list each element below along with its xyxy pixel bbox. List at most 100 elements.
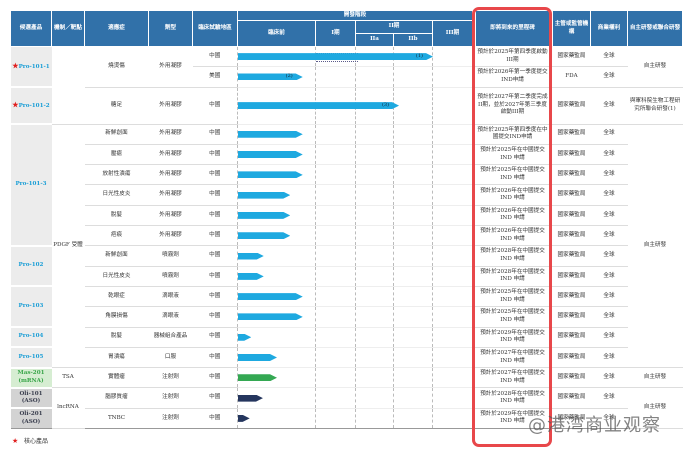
milestone: 預計於2025年在中國提交 IND 申請: [475, 164, 550, 186]
commercial-rights: 全球: [590, 225, 628, 247]
stage-cell-4: [432, 327, 473, 348]
indication: 燒燙傷: [84, 46, 149, 88]
header-rights: 商業權利: [590, 10, 628, 47]
drug-name-text: Pro-101-3: [15, 181, 47, 188]
milestone: 預計於2028年在中國提交 IND 申請: [475, 266, 550, 287]
stage-cell-0: [237, 306, 316, 328]
table-row: ★Pro-101-2 糖足 外用凝膠 中國 (3) 預計於2027年第二季度完成II期，並…: [10, 87, 683, 126]
trial-region: 中國: [192, 124, 238, 145]
dosage-form: 注射劑: [148, 387, 193, 409]
dosage-form: 外用凝膠: [148, 144, 193, 166]
stage-cell-2: [355, 144, 394, 166]
stage-cell-0: [237, 367, 316, 389]
milestone: 預計於2025年第四季度在中國提交IND申請: [475, 124, 550, 145]
stage-cell-2: [355, 184, 394, 206]
trial-region: 中國: [192, 87, 238, 125]
stage-cell-1: [315, 266, 356, 287]
mechanism: [51, 46, 85, 125]
stage-cell-1: [315, 144, 356, 166]
authority: 國家藥監局: [552, 306, 591, 328]
stage-cell-4: [432, 387, 473, 409]
indication: 新鮮創面: [84, 245, 149, 267]
authority: 國家藥監局: [552, 387, 591, 409]
authority: FDA: [552, 66, 591, 88]
commercial-rights: 全球: [590, 66, 628, 88]
drug-name-text: Pro-103: [18, 302, 44, 309]
bar-footnote-label: (2): [285, 73, 293, 80]
stage-cell-2: [355, 306, 394, 328]
stage-cell-2: [355, 245, 394, 267]
table-row: 放射性潰瘍 外用凝膠 中國 預計於2025年在中國提交 IND 申請 國家藥監局 全球: [11, 164, 683, 186]
authority: 國家藥監局: [552, 286, 591, 308]
header-stage: 開發階段: [237, 10, 473, 21]
stage-cell-0: [237, 124, 316, 145]
header-dev-mode: 自主研發或聯合研發: [627, 10, 683, 47]
progress-bar: [238, 395, 263, 402]
drug-name: Pro-102: [10, 245, 52, 288]
indication: 疤痕: [84, 225, 149, 247]
commercial-rights: 全球: [590, 266, 628, 287]
table-row: Pro-103 乾眼症 滴眼液 中國 預計於2025年在中國提交 IND 申請 國家藥監局…: [10, 286, 683, 329]
authority: 國家藥監局: [552, 184, 591, 206]
progress-bar: [238, 232, 290, 239]
bar-footnote-label: (3): [381, 102, 390, 109]
stage-cell-1: [315, 367, 356, 389]
table-row: 日光性皮炎 外用凝膠 中國 預計於2026年在中國提交 IND 申請 國家藥監局 全球: [11, 184, 683, 206]
trial-region: 中國: [192, 347, 238, 369]
stage-cell-0: [237, 408, 316, 430]
stage-cell-1: [315, 387, 356, 409]
stage-cell-3: [393, 327, 433, 348]
table-row: Pro-105 胃潰瘍 口服 中國 預計於2027年在中國提交 IND 申請 國家藥監局全…: [10, 347, 683, 369]
stage-cell-2: [355, 225, 394, 247]
stage-cell-4: [432, 266, 473, 287]
stage-cell-2: [355, 347, 394, 369]
header-mechanism: 機制／靶點: [51, 10, 85, 47]
stage-cell-0: [237, 347, 316, 369]
stage-cell-1: [315, 184, 356, 206]
stage-cell-4: [432, 367, 473, 389]
commercial-rights: 全球: [590, 245, 628, 267]
stage-cell-2: [355, 205, 394, 227]
commercial-rights: 全球: [590, 306, 628, 328]
header-phase2b: IIb: [393, 33, 433, 47]
dev-mode: 自主研發: [627, 124, 683, 369]
stage-cell-1: [315, 66, 356, 88]
milestone: 預計於2026年第一季度提交IND申請: [475, 66, 550, 88]
stage-cell-2: [355, 286, 394, 308]
dosage-form: 外用凝膠: [148, 184, 193, 206]
drug-name: Pro-103: [10, 286, 52, 329]
stage-cell-3: [393, 245, 433, 267]
progress-bar: [238, 334, 251, 341]
dosage-form: 噴霧劑: [148, 245, 193, 267]
commercial-rights: 全球: [590, 387, 628, 409]
header-phase1: I期: [315, 20, 356, 47]
stage-cell-0: [237, 286, 316, 308]
stage-cell-2: [355, 387, 394, 409]
authority: 國家藥監局: [552, 124, 591, 145]
stage-cell-0: [237, 205, 316, 227]
trial-region: 中國: [192, 387, 238, 409]
progress-bar: [238, 253, 264, 260]
stage-cell-0: [237, 327, 316, 348]
stage-cell-4: [432, 225, 473, 247]
dosage-form: 噴霧劑: [148, 266, 193, 287]
progress-bar: [238, 273, 264, 280]
progress-bar: [238, 374, 277, 381]
indication: 脫髮: [84, 327, 149, 348]
mechanism: TSA: [51, 367, 85, 389]
drug-name: Oli-101 (ASO): [10, 387, 52, 410]
trial-region: 中國: [192, 306, 238, 328]
authority: 國家藥監局: [552, 245, 591, 267]
header-phase2a: IIa: [355, 33, 394, 47]
table-row: Pro-101-3 PDGF 受體 新鮮創面 外用凝膠 中國 預計於2025年第四季度在中…: [10, 124, 683, 369]
milestone: 預計於2025年在中國提交 IND 申請: [475, 306, 550, 328]
stage-cell-2: [355, 327, 394, 348]
drug-name-text: Pro-104: [18, 333, 44, 340]
stage-cell-2: [355, 124, 394, 145]
stage-cell-1: [315, 164, 356, 186]
milestone: 預計於2029年在中國提交 IND 申請: [475, 327, 550, 348]
stage-cell-0: [237, 144, 316, 166]
commercial-rights: 全球: [590, 205, 628, 227]
indication: 腦膠質瘤: [84, 387, 149, 409]
watermark: @港湾商业观察: [528, 415, 661, 436]
